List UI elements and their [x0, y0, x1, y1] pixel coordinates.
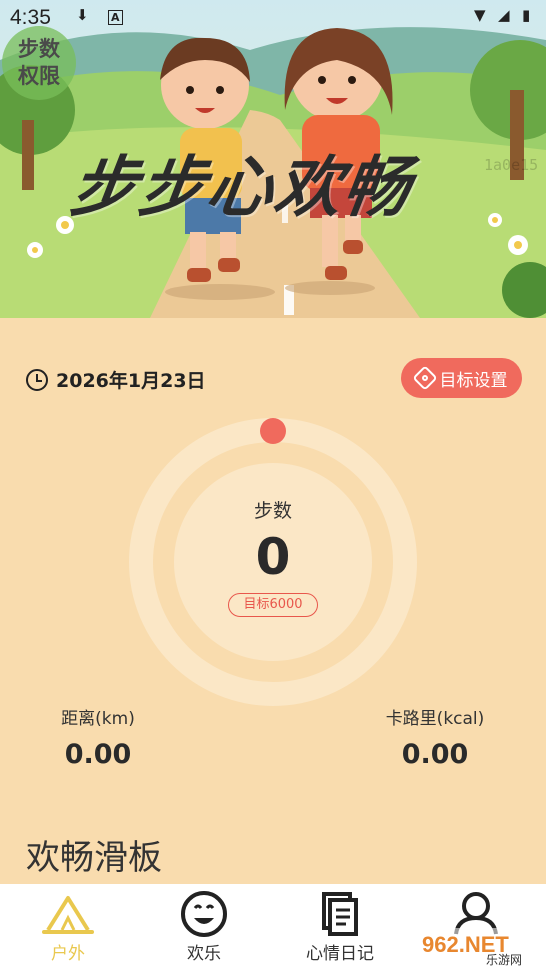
step-permission-label: 步数 权限: [18, 37, 60, 88]
notes-icon: [322, 892, 358, 936]
date-row: 2026年1月23日: [26, 366, 206, 393]
step-panel: 2026年1月23日 目标设置 步数 0 目标6000 距离(km) 0.00 …: [0, 318, 546, 884]
wifi-icon: ▼: [474, 6, 486, 24]
steps-label: 步数: [253, 500, 292, 522]
site-watermark: 962.NET 乐游网: [416, 926, 542, 968]
goal-settings-label: 目标设置: [439, 370, 508, 391]
nav-label-outdoor: 户外: [51, 944, 85, 964]
nav-label-diary: 心情日记: [306, 944, 374, 964]
hero-title: 步步心欢畅: [65, 149, 417, 226]
distance-label: 距离(km): [61, 709, 135, 729]
steps-value: 0: [255, 528, 291, 586]
watermark-logo: 962.NET 乐游网: [416, 928, 542, 967]
step-permission-button[interactable]: 步数 权限: [2, 26, 76, 100]
section-title: 欢畅滑板: [26, 838, 162, 878]
steps-goal-badge: 目标6000: [228, 593, 318, 617]
date-text: 2026年1月23日: [56, 370, 206, 392]
nav-tab-joy[interactable]: 欢乐: [136, 884, 272, 972]
calories-label: 卡路里(kcal): [385, 709, 485, 729]
progress-indicator-dot: [260, 418, 286, 444]
nav-label-joy: 欢乐: [187, 944, 221, 964]
hero-banner: 4:35 ⬇ A ▼ ◢ ▮ 步数 权限 步步心欢畅 1a0e15: [0, 0, 546, 318]
nav-tab-outdoor[interactable]: 户外: [0, 884, 136, 972]
battery-icon: ▮: [522, 6, 531, 24]
calories-metric: 卡路里(kcal) 0.00: [370, 704, 500, 770]
distance-value: 0.00: [64, 739, 132, 770]
tent-icon: [42, 896, 94, 934]
signal-icon: ◢: [498, 6, 510, 24]
clock-icon: [26, 368, 48, 391]
watermark-subtext: 乐游网: [486, 953, 522, 967]
hero-id-text: 1a0e15: [484, 156, 539, 174]
status-bar: 4:35 ⬇ A ▼ ◢ ▮: [0, 0, 546, 36]
calories-value: 0.00: [401, 739, 469, 770]
goal-settings-button[interactable]: 目标设置: [401, 358, 522, 398]
target-settings-icon: [411, 365, 438, 391]
keyboard-indicator-icon: A: [108, 10, 123, 25]
download-icon: ⬇: [76, 6, 89, 24]
nav-tab-diary[interactable]: 心情日记: [272, 884, 408, 972]
smile-icon: [181, 891, 227, 937]
distance-metric: 距离(km) 0.00: [48, 704, 148, 770]
